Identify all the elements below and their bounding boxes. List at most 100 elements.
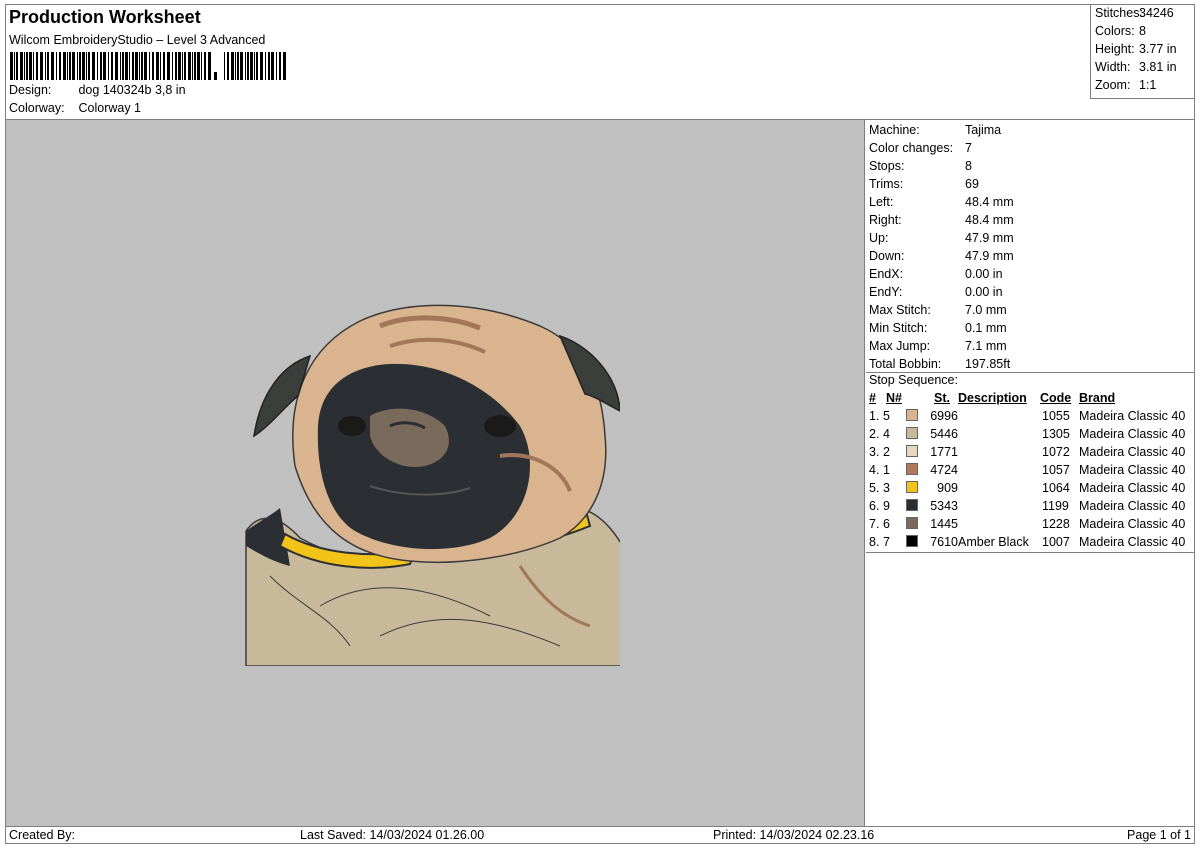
stop-row: 8. 7 7610 Amber Black 1007 Madeira Classic 40	[866, 535, 1194, 553]
stop-row: 5. 3 909 1064 Madeira Classic 40	[866, 481, 1194, 499]
stop-needle: 5	[883, 409, 890, 423]
worksheet-frame: Production Worksheet Wilcom EmbroiderySt…	[5, 4, 1195, 844]
stop-needle: 1	[883, 463, 890, 477]
machine-value: 7.1 mm	[965, 339, 1007, 353]
pug-embroidery-image	[245, 304, 620, 666]
machine-row: Stops: 8	[869, 159, 972, 173]
machine-label: Max Stitch:	[869, 303, 931, 317]
stop-stitches: 5446	[930, 427, 958, 441]
page-title: Production Worksheet	[9, 7, 201, 27]
stop-brand: Madeira Classic 40	[1079, 481, 1186, 495]
color-swatch	[906, 481, 918, 493]
machine-label: Min Stitch:	[869, 321, 928, 335]
machine-label: EndY:	[869, 285, 903, 299]
machine-value: 8	[965, 159, 972, 173]
machine-value: 0.00 in	[965, 267, 1003, 281]
summary-value: 34246	[1139, 6, 1174, 20]
col-header-index: #	[869, 391, 876, 405]
col-header-code: Code	[1040, 391, 1072, 405]
stop-needle: 9	[883, 499, 890, 513]
machine-row: Min Stitch: 0.1 mm	[869, 321, 1007, 335]
col-header-description: Description	[958, 391, 1027, 405]
machine-row: Max Jump: 7.1 mm	[869, 339, 1007, 353]
stop-needle: 6	[883, 517, 890, 531]
machine-row: Down: 47.9 mm	[869, 249, 1014, 263]
summary-label: Width:	[1095, 60, 1131, 74]
stop-index: 5.	[869, 481, 880, 495]
machine-label: Color changes:	[869, 141, 954, 155]
stop-needle: 4	[883, 427, 890, 441]
stop-sequence-title: Stop Sequence:	[869, 373, 958, 387]
design-value: dog 140324b 3,8 in	[78, 83, 186, 97]
summary-label: Stitches:	[1095, 6, 1143, 20]
stop-needle: 7	[883, 535, 890, 549]
machine-value: 197.85ft	[965, 357, 1011, 371]
summary-row: Width: 3.81 in	[1095, 60, 1177, 74]
stop-code: 1064	[1042, 481, 1070, 495]
stop-description: Amber Black	[958, 535, 1029, 549]
summary-row: Colors: 8	[1095, 24, 1146, 38]
stop-stitches: 5343	[930, 499, 958, 513]
stop-code: 1305	[1042, 427, 1070, 441]
machine-value: 47.9 mm	[965, 249, 1014, 263]
machine-label: Total Bobbin:	[869, 357, 942, 371]
machine-label: Trims:	[869, 177, 904, 191]
created-by: Created By:	[9, 828, 76, 842]
stop-index: 3.	[869, 445, 880, 459]
stop-stitches: 1771	[930, 445, 958, 459]
design-summary: Stitches:34246 Colors: 8 Height: 3.77 in W…	[1090, 5, 1195, 99]
machine-value: 0.1 mm	[965, 321, 1007, 335]
stop-brand: Madeira Classic 40	[1079, 427, 1186, 441]
summary-row: Zoom: 1:1	[1095, 78, 1156, 92]
summary-value: 3.77 in	[1139, 42, 1177, 56]
machine-value: 48.4 mm	[965, 213, 1014, 227]
machine-label: Up:	[869, 231, 889, 245]
stop-code: 1007	[1042, 535, 1070, 549]
machine-label: Right:	[869, 213, 902, 227]
summary-label: Colors:	[1095, 24, 1135, 38]
color-swatch	[906, 463, 918, 475]
col-header-stitches: St.	[934, 391, 950, 405]
machine-row: Max Stitch: 7.0 mm	[869, 303, 1007, 317]
stop-index: 7.	[869, 517, 880, 531]
stop-code: 1057	[1042, 463, 1070, 477]
stop-stitches: 1445	[930, 517, 958, 531]
stop-row: 6. 9 5343 1199 Madeira Classic 40	[866, 499, 1194, 517]
machine-info-panel: Machine: Tajima Color changes: 7 Stops: 8 T…	[866, 120, 1194, 826]
color-swatch	[906, 499, 918, 511]
design-preview	[6, 120, 865, 826]
summary-value: 8	[1139, 24, 1146, 38]
stop-brand: Madeira Classic 40	[1079, 499, 1186, 513]
colorway-row: Colorway: Colorway 1	[9, 101, 141, 115]
last-saved: Last Saved: 14/03/2024 01.26.00	[300, 828, 485, 842]
machine-value: 47.9 mm	[965, 231, 1014, 245]
machine-row: Trims: 69	[869, 177, 979, 191]
machine-label: Down:	[869, 249, 905, 263]
stop-index: 1.	[869, 409, 880, 423]
color-swatch	[906, 535, 918, 547]
stop-code: 1228	[1042, 517, 1070, 531]
stop-index: 2.	[869, 427, 880, 441]
machine-label: Left:	[869, 195, 894, 209]
stop-index: 4.	[869, 463, 880, 477]
software-name: Wilcom EmbroideryStudio – Level 3 Advanc…	[9, 33, 266, 47]
summary-row: Height: 3.77 in	[1095, 42, 1177, 56]
stop-stitches: 4724	[930, 463, 958, 477]
stop-brand: Madeira Classic 40	[1079, 535, 1186, 549]
col-header-number: N#	[886, 391, 902, 405]
summary-label: Zoom:	[1095, 78, 1131, 92]
machine-label: EndX:	[869, 267, 904, 281]
machine-label: Max Jump:	[869, 339, 931, 353]
stop-needle: 2	[883, 445, 890, 459]
machine-row: EndY: 0.00 in	[869, 285, 1003, 299]
machine-value: 0.00 in	[965, 285, 1003, 299]
stop-brand: Madeira Classic 40	[1079, 517, 1186, 531]
color-swatch	[906, 409, 918, 421]
machine-label: Stops:	[869, 159, 905, 173]
machine-row: Color changes: 7	[869, 141, 972, 155]
stop-code: 1055	[1042, 409, 1070, 423]
stop-index: 8.	[869, 535, 880, 549]
stop-code: 1199	[1042, 499, 1069, 513]
stop-needle: 3	[883, 481, 890, 495]
barcode-image	[10, 52, 286, 80]
